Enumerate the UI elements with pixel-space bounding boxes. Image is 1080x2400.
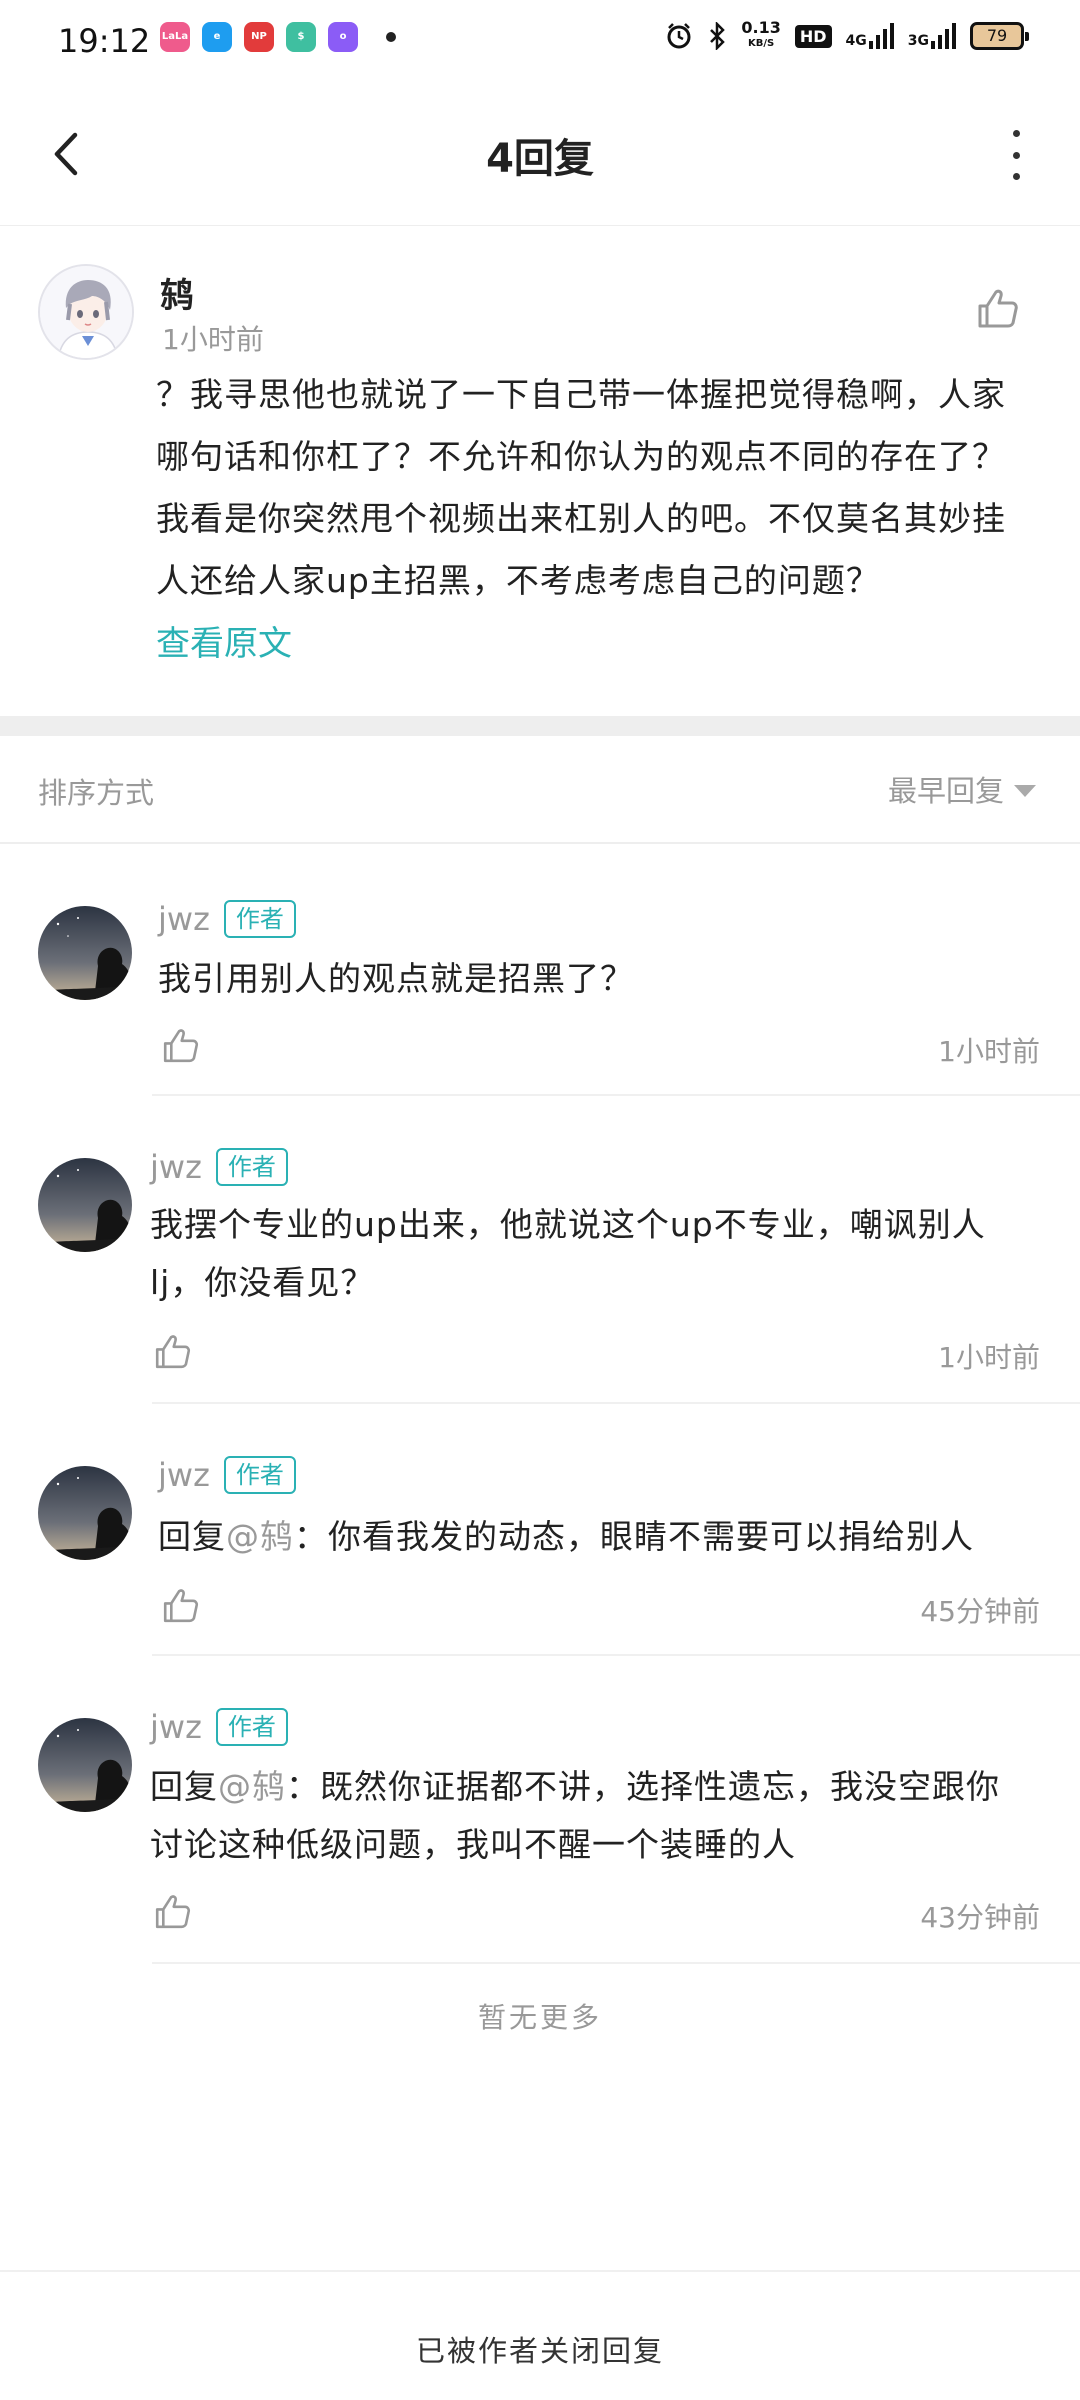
- reply-header: jwz 作者: [158, 1456, 296, 1494]
- e-app-icon: e: [202, 22, 232, 52]
- network-speed-unit: KB/S: [748, 38, 775, 49]
- author-badge: 作者: [223, 900, 296, 938]
- no-more-label: 暂无更多: [477, 2001, 602, 2034]
- sort-value: 最早回复: [887, 774, 1004, 808]
- lala-app-icon: LaLa: [160, 22, 190, 52]
- signal-bars-icon: [931, 23, 956, 49]
- signal-3g: 3G: [908, 23, 956, 49]
- dot: [1012, 130, 1020, 137]
- status-indicators: 0.13 KB/S HD 4G 3G 79: [665, 20, 1029, 52]
- dot: [1012, 151, 1020, 159]
- thumbs-up-icon: [163, 1589, 199, 1623]
- more-options-button[interactable]: [996, 130, 1036, 180]
- thumbs-up-icon: [163, 1029, 199, 1063]
- like-button[interactable]: [974, 286, 1020, 332]
- status-time: 19:12: [58, 22, 151, 60]
- hd-badge: HD: [794, 24, 832, 48]
- sort-dropdown[interactable]: 最早回复: [888, 768, 1036, 810]
- reply-item: jwz 作者 回复@鸫：既然你证据都不讲，选择性遗忘，我没空跟你讨论这种低级问题…: [0, 1656, 1080, 1964]
- reply-header: jwz 作者: [150, 1148, 288, 1186]
- signal-4g: 4G: [846, 23, 894, 49]
- reply-separator: [152, 1962, 1080, 1964]
- reply-text: 回复@鸫：你看我发的动态，眼睛不需要可以捐给别人: [158, 1508, 1038, 1566]
- thumbs-up-icon: [978, 289, 1018, 328]
- section-divider: [0, 716, 1080, 736]
- network-speed-value: 0.13: [741, 18, 781, 37]
- author-badge: 作者: [223, 1456, 296, 1494]
- np-app-icon: NP: [244, 22, 274, 52]
- author-badge: 作者: [215, 1148, 288, 1186]
- signal-bars-icon: [868, 23, 894, 49]
- avatar[interactable]: [38, 1718, 132, 1812]
- wallet-app-icon: $: [286, 22, 316, 52]
- reply-text: 我摆个专业的up出来，他就说这个up不专业，嘲讽别人lj，你没看见？: [150, 1205, 986, 1302]
- mention-link[interactable]: @鸫: [218, 1767, 286, 1806]
- avatar[interactable]: [38, 264, 134, 360]
- purple-app-icon: o: [328, 22, 358, 52]
- notification-app-icons: LaLa e NP $ o: [160, 22, 396, 52]
- reply-author[interactable]: jwz: [150, 1148, 202, 1186]
- reply-header: jwz 作者: [158, 900, 296, 938]
- like-button[interactable]: [152, 1332, 192, 1372]
- night-sky-avatar-image: [38, 906, 132, 1000]
- comment-text: ？我寻思他也就说了一下自己带一体握把觉得稳啊，人家哪句话和你杠了？不允许和你认为…: [156, 375, 1006, 600]
- reply-time: 1小时前: [938, 1035, 1040, 1068]
- status-bar: 19:12 LaLa e NP $ o 0.13 KB/S HD 4G 3G 7…: [0, 0, 1080, 80]
- reply-item: jwz 作者 回复@鸫：你看我发的动态，眼睛不需要可以捐给别人 45分钟前: [0, 1404, 1080, 1656]
- signal-4g-label: 4G: [845, 33, 867, 49]
- reply-item: jwz 作者 我引用别人的观点就是招黑了？ 1小时前: [0, 844, 1080, 1096]
- replies-closed-notice: 已被作者关闭回复: [415, 2334, 664, 2368]
- reply-time: 43分钟前: [920, 1901, 1040, 1934]
- reply-time: 45分钟前: [920, 1595, 1040, 1628]
- reply-prefix: 回复: [150, 1767, 218, 1806]
- night-sky-avatar-image: [38, 1718, 132, 1812]
- sort-bar: 排序方式 最早回复: [0, 736, 1080, 844]
- view-original-link[interactable]: 查看原文: [156, 616, 292, 665]
- network-speed: 0.13 KB/S: [741, 20, 780, 52]
- reply-text: 回复@鸫：既然你证据都不讲，选择性遗忘，我没空跟你讨论这种低级问题，我叫不醒一个…: [150, 1758, 1030, 1874]
- night-sky-avatar-image: [38, 1158, 132, 1252]
- thumbs-up-icon: [155, 1335, 191, 1369]
- main-comment: 鸫 1小时前 ？我寻思他也就说了一下自己带一体握把觉得稳啊，人家哪句话和你杠了？…: [0, 226, 1080, 716]
- avatar[interactable]: [38, 1158, 132, 1252]
- page-title: 4回复: [486, 136, 594, 182]
- reply-header: jwz 作者: [150, 1708, 288, 1746]
- comment-time: 1小时前: [162, 323, 264, 356]
- bluetooth-icon: [710, 22, 726, 50]
- comment-author[interactable]: 鸫: [160, 268, 194, 317]
- reply-prefix: 回复: [158, 1517, 226, 1556]
- alarm-icon: [667, 23, 691, 49]
- like-button[interactable]: [160, 1026, 200, 1066]
- like-button[interactable]: [152, 1892, 192, 1932]
- footer-bar: 已被作者关闭回复: [0, 2270, 1080, 2400]
- signal-3g-label: 3G: [907, 33, 929, 49]
- avatar[interactable]: [38, 906, 132, 1000]
- battery-icon: 79: [970, 22, 1029, 50]
- sort-label: 排序方式: [38, 776, 155, 810]
- thumbs-up-icon: [155, 1895, 191, 1929]
- anime-avatar-image: [40, 266, 132, 358]
- reply-author[interactable]: jwz: [150, 1708, 202, 1746]
- dot: [1012, 173, 1020, 180]
- night-sky-avatar-image: [38, 1466, 132, 1560]
- like-button[interactable]: [160, 1586, 200, 1626]
- reply-text: 我引用别人的观点就是招黑了？: [158, 959, 634, 998]
- reply-author[interactable]: jwz: [158, 1456, 210, 1494]
- reply-time: 1小时前: [938, 1341, 1040, 1374]
- reply-body: ：你看我发的动态，眼睛不需要可以捐给别人: [294, 1517, 974, 1556]
- avatar[interactable]: [38, 1466, 132, 1560]
- reply-author[interactable]: jwz: [158, 900, 210, 938]
- mention-link[interactable]: @鸫: [226, 1517, 294, 1556]
- more-notifications-dot: [386, 32, 396, 42]
- nav-bar: 4回复: [0, 80, 1080, 226]
- reply-item: jwz 作者 我摆个专业的up出来，他就说这个up不专业，嘲讽别人lj，你没看见…: [0, 1096, 1080, 1404]
- author-badge: 作者: [215, 1708, 288, 1746]
- caret-down-icon: [1014, 785, 1036, 797]
